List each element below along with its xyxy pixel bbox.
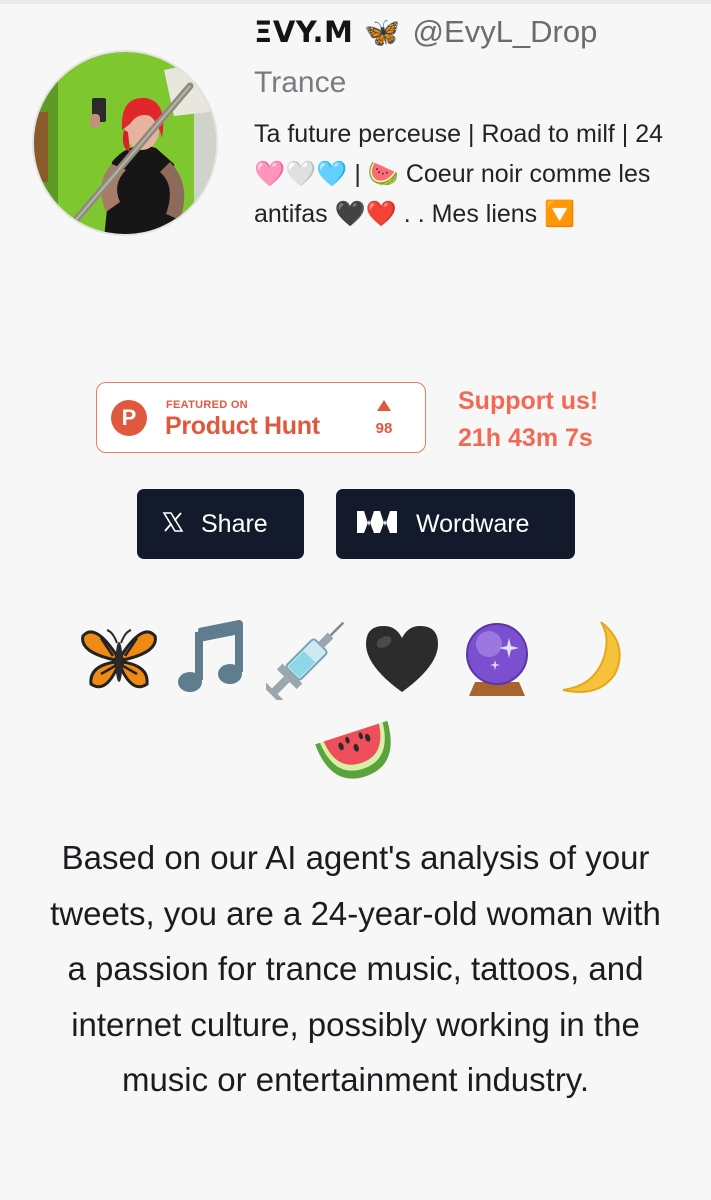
profile-avatar[interactable] xyxy=(32,50,218,236)
top-divider xyxy=(0,0,711,4)
user-handle[interactable]: @EvyL_Drop xyxy=(413,14,598,50)
profile-bio: Ta future perceuse | Road to milf | 24 🩷… xyxy=(254,120,664,228)
syringe-icon xyxy=(265,616,350,700)
musical-note-icon xyxy=(171,616,255,700)
product-hunt-logo-icon: P xyxy=(111,400,147,436)
share-on-x-button[interactable]: Share xyxy=(137,489,304,559)
profile-category: Trance xyxy=(254,66,347,99)
interest-emojis xyxy=(60,616,650,788)
wordware-logo-icon xyxy=(355,508,399,541)
support-countdown: 21h 43m 7s xyxy=(458,424,593,452)
crescent-moon-icon xyxy=(549,616,633,700)
product-hunt-name: Product Hunt xyxy=(165,412,320,440)
profile-photo xyxy=(34,52,216,234)
black-heart-icon xyxy=(360,616,444,700)
crystal-ball-icon xyxy=(455,616,539,700)
product-hunt-badge[interactable]: P FEATURED ON Product Hunt 98 xyxy=(96,382,426,453)
featured-on-label: FEATURED ON xyxy=(166,399,248,411)
watermelon-icon xyxy=(313,702,397,786)
upvote-arrow-icon xyxy=(377,400,391,411)
butterfly-icon xyxy=(77,616,161,700)
name-row: ΞVY.M 🦋 @EvyL_Drop xyxy=(254,14,684,50)
upvote-count: 98 xyxy=(375,420,393,437)
share-label: Share xyxy=(201,509,268,538)
display-name: ΞVY.M 🦋 xyxy=(254,15,401,49)
ai-analysis-text: Based on our AI agent's analysis of your… xyxy=(50,839,661,1098)
profile-info: ΞVY.M 🦋 @EvyL_Drop Trance Ta future perc… xyxy=(254,14,684,234)
wordware-label: Wordware xyxy=(416,509,530,538)
support-block: Support us! 21h 43m 7s xyxy=(458,383,598,457)
support-label: Support us! xyxy=(458,387,599,415)
x-logo-icon xyxy=(162,511,184,538)
wordware-button[interactable]: Wordware xyxy=(336,489,575,559)
